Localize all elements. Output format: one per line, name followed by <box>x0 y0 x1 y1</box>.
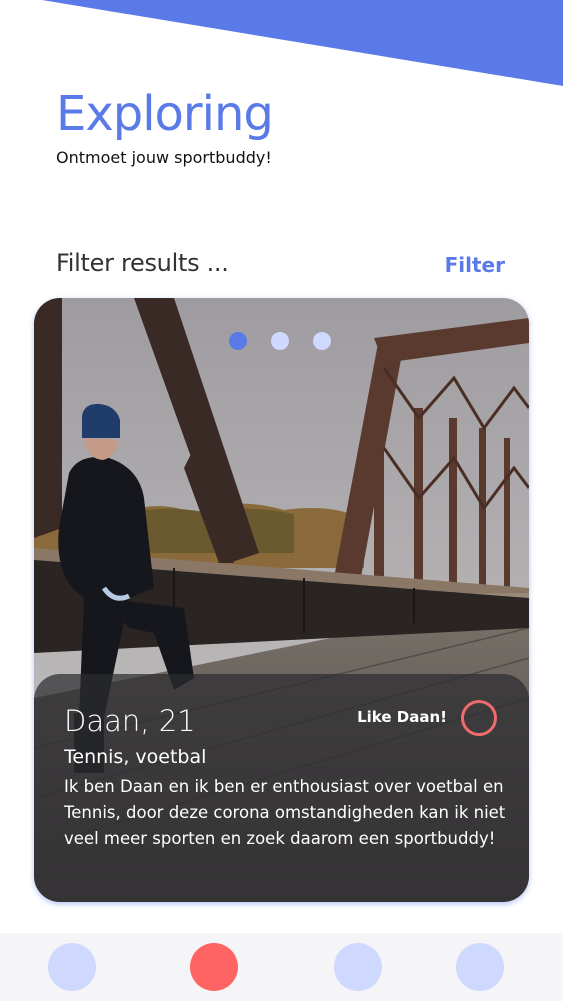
nav-button-4[interactable] <box>456 943 504 991</box>
profile-name-age: Daan, 21 <box>64 704 196 738</box>
like-label[interactable]: Like Daan! <box>357 708 447 726</box>
carousel-dot-1[interactable] <box>229 332 247 350</box>
profile-sports: Tennis, voetbal <box>64 746 207 768</box>
filter-button[interactable]: Filter <box>445 253 505 277</box>
filter-results-label: Filter results ... <box>56 249 229 277</box>
photo-carousel-indicator <box>229 332 331 350</box>
profile-bio: Ik ben Daan en ik ben er enthousiast ove… <box>64 777 506 848</box>
like-button[interactable] <box>461 700 497 736</box>
carousel-dot-2[interactable] <box>271 332 289 350</box>
page-title: Exploring <box>56 86 274 142</box>
profile-info-panel: Daan, 21 Like Daan! Tennis, voetbal Ik b… <box>34 674 529 902</box>
nav-button-3[interactable] <box>334 943 382 991</box>
carousel-dot-3[interactable] <box>313 332 331 350</box>
nav-button-2[interactable] <box>190 943 238 991</box>
bottom-navigation <box>0 933 563 1001</box>
header-accent-shape <box>42 0 563 86</box>
profile-card[interactable]: Daan, 21 Like Daan! Tennis, voetbal Ik b… <box>34 298 529 902</box>
page-subtitle: Ontmoet jouw sportbuddy! <box>56 148 272 167</box>
nav-button-1[interactable] <box>48 943 96 991</box>
